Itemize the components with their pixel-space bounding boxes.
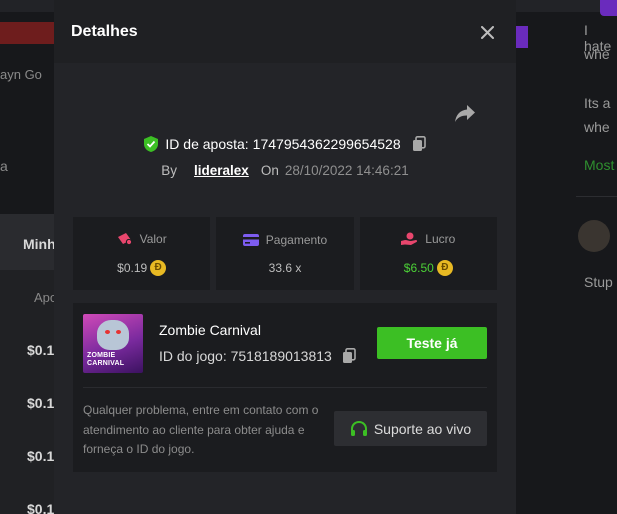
bg-text: a xyxy=(0,158,8,174)
game-id-value: 7518189013813 xyxy=(230,348,332,364)
bet-id-row: ID de aposta: 1747954362299654528 xyxy=(54,136,516,152)
avatar xyxy=(578,220,610,252)
chat-link[interactable]: Most xyxy=(584,157,614,173)
stat-label: Lucro xyxy=(425,231,456,246)
game-id-row: ID do jogo: 7518189013813 xyxy=(159,348,356,364)
chat-text: whe xyxy=(584,46,610,62)
by-label: By xyxy=(161,163,178,178)
profit-hand-icon xyxy=(401,232,418,245)
game-card: ZOMBIE CARNIVAL Zombie Carnival ID do jo… xyxy=(73,303,497,472)
bet-amount-icon xyxy=(117,233,132,245)
on-label: On xyxy=(260,163,279,178)
share-icon xyxy=(455,105,475,122)
stat-label: Pagamento xyxy=(265,232,328,247)
stat-label: Valor xyxy=(139,231,167,246)
chat-text: whe xyxy=(584,119,610,135)
banner-strip-purple xyxy=(516,26,528,48)
game-thumbnail[interactable]: ZOMBIE CARNIVAL xyxy=(83,314,143,373)
stat-lucro: Lucro $6.50 Đ xyxy=(359,217,497,290)
divider xyxy=(83,387,487,388)
support-help-text: Qualquer problema, entre em contato com … xyxy=(83,403,319,456)
share-button[interactable] xyxy=(454,104,476,126)
bet-id-value: 1747954362299654528 xyxy=(252,136,401,152)
copy-icon[interactable] xyxy=(412,136,426,152)
coin-icon: Đ xyxy=(150,259,167,276)
stat-valor: Valor $0.19 Đ xyxy=(73,217,211,290)
copy-icon[interactable] xyxy=(342,348,356,364)
bet-stats: Valor $0.19 Đ Pagamento 33.6 x Lucro $6.… xyxy=(73,217,497,290)
close-button[interactable] xyxy=(481,21,494,43)
stat-value: 33.6 x xyxy=(268,260,302,275)
modal-title: Detalhes xyxy=(71,22,138,40)
bet-row-value[interactable]: $0.1 xyxy=(27,448,54,464)
provider-text: ayn Go xyxy=(0,67,42,82)
live-support-button[interactable]: Suporte ao vivo xyxy=(334,411,487,446)
credit-card-icon xyxy=(242,233,259,246)
bet-details-modal: Detalhes ID de aposta: 174795436229965452… xyxy=(54,0,516,514)
live-support-label: Suporte ao vivo xyxy=(373,420,472,437)
headset-icon xyxy=(350,420,367,436)
tab-my-bets-label: Minh xyxy=(23,236,56,252)
chat-divider xyxy=(576,196,617,197)
bet-row-value[interactable]: $0.1 xyxy=(27,501,54,514)
username-link[interactable]: lideralex xyxy=(194,163,249,178)
banner-strip xyxy=(0,22,55,44)
bet-row-value[interactable]: $0.1 xyxy=(27,395,54,411)
bet-meta-row: By lideralex On 28/10/2022 14:46:21 xyxy=(54,163,516,178)
top-right-chip xyxy=(600,0,617,16)
bet-row-value[interactable]: $0.1 xyxy=(27,342,54,358)
close-icon xyxy=(481,25,494,39)
game-name: Zombie Carnival xyxy=(159,322,261,338)
bet-date: 28/10/2022 14:46:21 xyxy=(284,163,409,178)
stat-pagamento: Pagamento 33.6 x xyxy=(216,217,354,290)
stat-value: $6.50 xyxy=(403,260,434,275)
try-game-button[interactable]: Teste já xyxy=(377,327,487,359)
bet-id-label: ID de aposta: xyxy=(165,136,249,152)
shield-check-icon xyxy=(144,136,159,152)
coin-icon: Đ xyxy=(436,259,453,276)
game-id-label: ID do jogo: xyxy=(159,348,227,364)
chat-text: Its a xyxy=(584,95,611,111)
stat-value: $0.19 xyxy=(117,260,148,275)
game-thumbnail-title: ZOMBIE CARNIVAL xyxy=(87,352,125,367)
modal-header: Detalhes xyxy=(54,0,516,63)
chat-text: Stup xyxy=(584,274,613,290)
